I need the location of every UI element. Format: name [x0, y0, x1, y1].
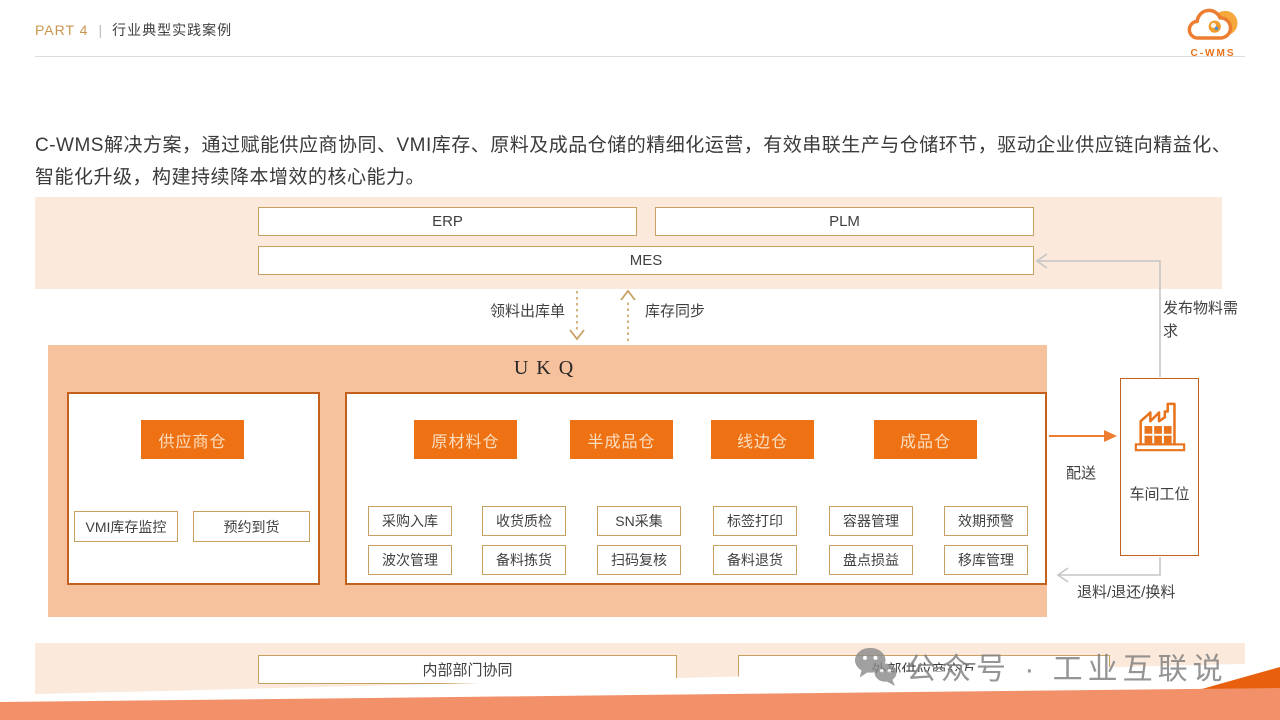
module-material-return: 备料退货: [713, 545, 797, 575]
factory-icon: [1131, 399, 1189, 455]
slide-header: PART 4 | 行业典型实践案例: [35, 20, 232, 40]
cloud-logo-icon: [1181, 3, 1245, 45]
warehouse-finished: 成品仓: [874, 420, 977, 459]
plm-box: PLM: [655, 207, 1034, 236]
module-stocktake: 盘点损益: [829, 545, 913, 575]
module-receiving-qc: 收货质检: [482, 506, 566, 536]
wechat-icon: [852, 645, 898, 687]
flow-label-returns: 退料/退还/换料: [1077, 581, 1175, 602]
module-container-mgmt: 容器管理: [829, 506, 913, 536]
header-rule: [35, 56, 1245, 57]
slide: PART 4 | 行业典型实践案例 C-WMS C-WMS解决方案，通过赋能供应…: [0, 0, 1280, 720]
flow-label-publish: 发布物料需求: [1163, 298, 1239, 343]
company-logo: C-WMS: [1178, 3, 1248, 59]
watermark-text: 公众号 · 工业互联说: [906, 644, 1228, 688]
erp-box: ERP: [258, 207, 637, 236]
flow-label-delivery: 配送: [1066, 462, 1096, 483]
module-appointment: 预约到货: [193, 511, 310, 542]
module-transfer-mgmt: 移库管理: [944, 545, 1028, 575]
module-vmi-monitor: VMI库存监控: [74, 511, 178, 542]
warehouse-raw: 原材料仓: [414, 420, 517, 459]
module-purchase-inbound: 采购入库: [368, 506, 452, 536]
warehouse-supplier: 供应商仓: [141, 420, 244, 459]
intro-paragraph: C-WMS解决方案，通过赋能供应商协同、VMI库存、原料及成品仓储的精细化运营，…: [35, 130, 1247, 195]
module-scan-check: 扫码复核: [597, 545, 681, 575]
workstation-label: 车间工位: [1129, 483, 1189, 504]
module-wave-mgmt: 波次管理: [368, 545, 452, 575]
module-expiry-alert: 效期预警: [944, 506, 1028, 536]
workstation-box: 车间工位: [1120, 378, 1199, 556]
flow-label-sync: 库存同步: [645, 300, 705, 321]
part-label: PART 4: [35, 22, 88, 38]
page-title: 行业典型实践案例: [112, 20, 232, 40]
logo-text: C-WMS: [1178, 48, 1248, 59]
header-divider: |: [98, 22, 102, 38]
warehouse-lineside: 线边仓: [711, 420, 814, 459]
warehouse-semi: 半成品仓: [570, 420, 673, 459]
module-label-print: 标签打印: [713, 506, 797, 536]
mes-box: MES: [258, 246, 1034, 275]
flow-label-outbound: 领料出库单: [455, 300, 565, 321]
watermark: 公众号 · 工业互联说: [852, 644, 1228, 688]
module-picking: 备料拣货: [482, 545, 566, 575]
ukq-title: UKQ: [48, 357, 1047, 380]
module-sn-capture: SN采集: [597, 506, 681, 536]
